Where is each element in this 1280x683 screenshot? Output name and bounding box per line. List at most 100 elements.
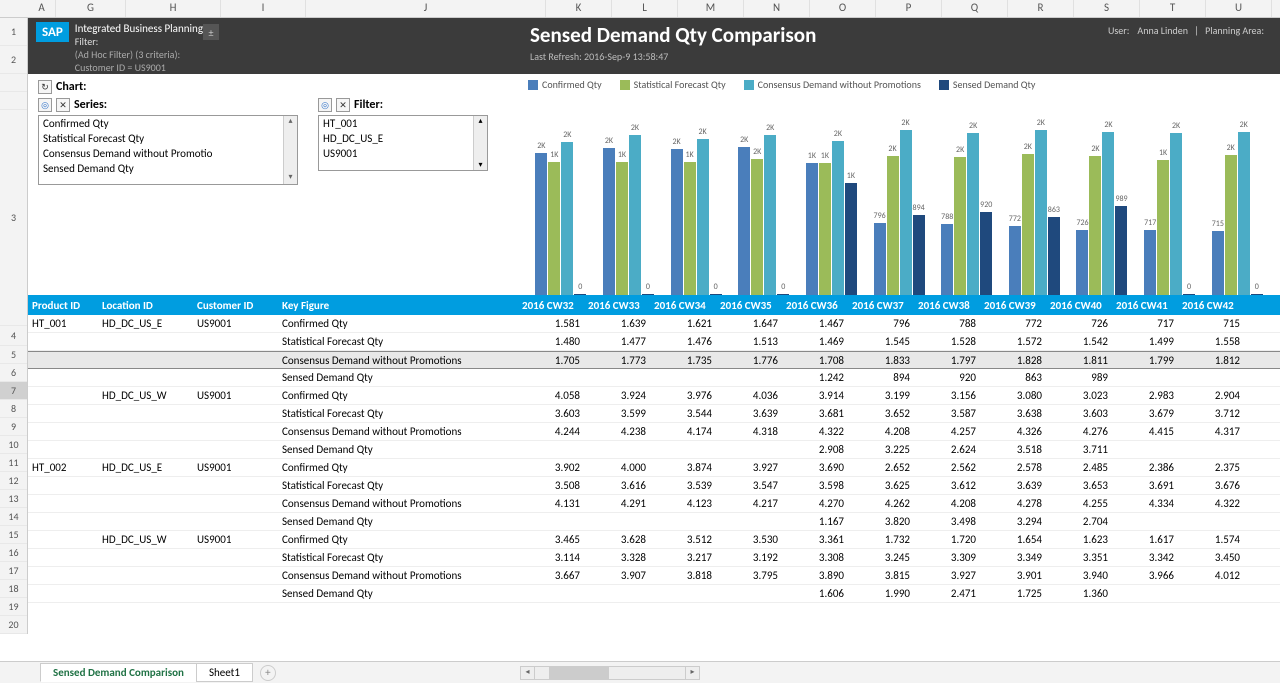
table-row[interactable]: Sensed Demand Qty1.6061.9902.4711.7251.3… [28,585,1280,603]
table-header-cell[interactable]: 2016 CW33 [584,299,650,312]
table-row[interactable]: Sensed Demand Qty1.242894920863989 [28,369,1280,387]
column-letter[interactable]: I [221,0,306,17]
filter-list-item[interactable]: US9001 [319,146,487,161]
row-number[interactable]: 13 [0,490,27,508]
row-number[interactable]: 4 [0,326,27,346]
table-header-cell[interactable]: Key Figure [278,299,518,312]
filter-list-item[interactable]: HD_DC_US_E [319,131,487,146]
row-number[interactable]: 17 [0,562,27,580]
filter-clear-icon[interactable]: ✕ [336,98,350,112]
table-cell: 3.603 [1046,407,1112,420]
table-row[interactable]: Consensus Demand without Promotions3.667… [28,567,1280,585]
series-clear-icon[interactable]: ✕ [56,98,70,112]
column-letter[interactable]: A [28,0,56,17]
table-header-cell[interactable]: 2016 CW42 [1178,299,1244,312]
table-row[interactable]: HT_001HD_DC_US_EUS9001Confirmed Qty1.581… [28,315,1280,333]
row-number[interactable] [0,92,27,110]
scroll-up-icon[interactable]: ▴ [474,116,487,126]
table-header-cell[interactable]: 2016 CW38 [914,299,980,312]
column-letter[interactable]: G [56,0,126,17]
series-list-item[interactable]: Sensed Demand Qty [39,161,297,176]
table-header-cell[interactable]: 2016 CW37 [848,299,914,312]
table-header-cell[interactable]: 2016 CW35 [716,299,782,312]
horizontal-scrollbar[interactable]: ◂ ▸ [520,666,700,680]
table-header-cell[interactable]: 2016 CW36 [782,299,848,312]
table-row[interactable]: Statistical Forecast Qty3.6033.5993.5443… [28,405,1280,423]
table-header-cell[interactable]: 2016 CW41 [1112,299,1178,312]
row-number[interactable]: 20 [0,616,27,634]
column-letter[interactable]: L [612,0,678,17]
scroll-down-icon[interactable]: ▾ [284,172,297,184]
row-number[interactable]: 1 [0,18,27,46]
row-number[interactable]: 5 [0,346,27,364]
scroll-right-icon[interactable]: ▸ [685,667,699,679]
table-header-cell[interactable]: 2016 CW34 [650,299,716,312]
row-number[interactable]: 7 [0,382,27,400]
column-letter[interactable]: T [1140,0,1206,17]
series-list-item[interactable]: Statistical Forecast Qty [39,131,297,146]
filter-listbox[interactable]: HT_001HD_DC_US_EUS9001 ▴ ▾ [318,115,488,171]
row-number[interactable]: 9 [0,418,27,436]
series-list-item[interactable]: Consensus Demand without Promotio [39,146,297,161]
table-row[interactable]: HD_DC_US_WUS9001Confirmed Qty3.4653.6283… [28,531,1280,549]
series-listbox[interactable]: Confirmed QtyStatistical Forecast QtyCon… [38,115,298,185]
row-number[interactable] [0,74,27,92]
row-number[interactable]: 15 [0,526,27,544]
filter-list-item[interactable]: HT_001 [319,116,487,131]
bar-group: 7262K2K989 [1069,132,1135,295]
column-letter[interactable]: M [678,0,744,17]
row-number[interactable]: 11 [0,454,27,472]
table-row[interactable]: Sensed Demand Qty2.9083.2252.6243.5183.7… [28,441,1280,459]
add-sheet-button[interactable]: + [260,665,276,681]
table-row[interactable]: Consensus Demand without Promotions4.131… [28,495,1280,513]
row-number[interactable]: 2 [0,46,27,74]
table-row[interactable]: HD_DC_US_WUS9001Confirmed Qty4.0583.9243… [28,387,1280,405]
tab-sensed-demand[interactable]: Sensed Demand Comparison [40,663,197,682]
column-letter[interactable]: U [1206,0,1272,17]
table-row[interactable]: Statistical Forecast Qty1.4801.4771.4761… [28,333,1280,351]
table-row[interactable]: Statistical Forecast Qty3.1143.3283.2173… [28,549,1280,567]
column-letter[interactable]: P [876,0,942,17]
column-letter[interactable]: Q [942,0,1008,17]
column-letter[interactable]: R [1008,0,1074,17]
table-header-cell[interactable]: 2016 CW40 [1046,299,1112,312]
row-number[interactable]: 8 [0,400,27,418]
column-letter[interactable]: O [810,0,876,17]
scrollbar-thumb[interactable] [549,667,609,679]
scroll-up-icon[interactable]: ▴ [284,116,297,128]
table-header-cell[interactable]: 2016 CW32 [518,299,584,312]
tab-sheet1[interactable]: Sheet1 [196,663,253,682]
chart-bar: 0 [574,294,586,295]
column-letter[interactable]: K [546,0,612,17]
table-header-cell[interactable]: Customer ID [193,299,278,312]
bar-group: 7171K2K0 [1137,133,1203,295]
table-header-cell[interactable]: Location ID [98,299,193,312]
row-number[interactable]: 19 [0,598,27,616]
scroll-left-icon[interactable]: ◂ [521,667,535,679]
column-letter[interactable]: H [126,0,221,17]
table-header-cell[interactable]: 2016 CW39 [980,299,1046,312]
table-cell: 1.360 [1046,587,1112,600]
column-letter[interactable]: N [744,0,810,17]
table-row[interactable]: Statistical Forecast Qty3.5083.6163.5393… [28,477,1280,495]
series-list-item[interactable]: Confirmed Qty [39,116,297,131]
filter-settings-icon[interactable]: ◎ [318,98,332,112]
table-row[interactable]: Consensus Demand without Promotions1.705… [28,351,1280,369]
column-letter[interactable]: J [306,0,546,17]
row-number[interactable]: 18 [0,580,27,598]
row-number[interactable]: 12 [0,472,27,490]
column-letter[interactable]: S [1074,0,1140,17]
filter-expand-button[interactable]: ± [203,24,219,40]
chart-refresh-icon[interactable]: ↻ [38,80,52,94]
row-number[interactable]: 14 [0,508,27,526]
table-header-cell[interactable]: Product ID [28,299,98,312]
series-settings-icon[interactable]: ◎ [38,98,52,112]
row-number[interactable]: 16 [0,544,27,562]
table-row[interactable]: Consensus Demand without Promotions4.244… [28,423,1280,441]
row-number[interactable]: 10 [0,436,27,454]
table-row[interactable]: Sensed Demand Qty1.1673.8203.4983.2942.7… [28,513,1280,531]
scroll-down-icon[interactable]: ▾ [474,160,487,170]
row-number[interactable]: 3 [0,110,27,326]
row-number[interactable]: 6 [0,364,27,382]
table-row[interactable]: HT_002HD_DC_US_EUS9001Confirmed Qty3.902… [28,459,1280,477]
